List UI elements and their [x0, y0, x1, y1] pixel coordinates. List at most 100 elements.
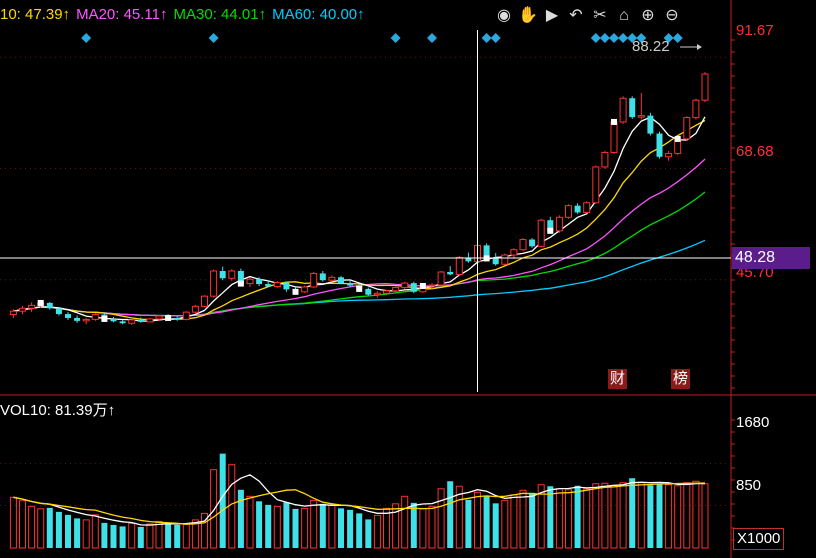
- current-price-tag: 48.28: [732, 247, 810, 269]
- volume-bar: [701, 483, 709, 549]
- candle-body: [665, 152, 673, 158]
- ma20-label: MA20: 45.11↑: [76, 6, 168, 23]
- volume-bar: [210, 469, 218, 549]
- signal-marker: [37, 299, 44, 306]
- signal-marker: [611, 118, 617, 125]
- lock-icon[interactable]: ⌂: [614, 6, 634, 26]
- volume-bar: [219, 453, 226, 548]
- event-diamond: [599, 33, 610, 43]
- signal-marker: [356, 285, 363, 292]
- candle-body: [82, 318, 90, 322]
- candle-body: [510, 249, 518, 256]
- volume-bar: [28, 505, 36, 549]
- volume-bar: [319, 503, 326, 548]
- volume-bar: [74, 518, 81, 548]
- volume-bar: [347, 509, 354, 548]
- ma-legend: 10: 47.39↑ MA20: 45.11↑ MA30: 44.01↑ MA60: …: [0, 6, 371, 23]
- candle-body: [447, 271, 454, 275]
- volume-bar: [519, 489, 527, 549]
- candle-body: [637, 115, 645, 118]
- volume-bar: [665, 484, 673, 549]
- candle-body: [328, 276, 336, 281]
- volume-bar: [265, 504, 272, 548]
- volume-bar: [91, 514, 99, 549]
- candle-body: [201, 295, 208, 307]
- candle-body: [555, 216, 563, 232]
- event-diamond: [481, 33, 492, 43]
- scissors-icon[interactable]: ✂: [590, 6, 610, 26]
- volume-bar: [165, 522, 172, 548]
- signal-marker: [101, 315, 108, 322]
- volume-bar: [637, 481, 645, 549]
- volume-bar: [437, 488, 445, 549]
- stock-chart[interactable]: [0, 0, 816, 558]
- volume-bar: [273, 505, 281, 549]
- ranking-badge[interactable]: 榜: [671, 369, 691, 389]
- candle-body: [692, 99, 700, 119]
- volume-bar: [647, 485, 654, 548]
- candle-body: [273, 282, 281, 287]
- candle-body: [228, 270, 236, 279]
- event-diamond: [672, 33, 683, 43]
- candle-body: [210, 270, 218, 297]
- candle-body: [301, 286, 309, 293]
- volume-bar: [373, 514, 381, 549]
- candle-body: [683, 117, 691, 140]
- signal-marker: [165, 314, 172, 321]
- candle-body: [110, 318, 117, 322]
- volume-bar: [283, 502, 290, 548]
- event-diamond: [81, 33, 92, 43]
- event-diamond: [618, 33, 629, 43]
- volume-bar: [583, 488, 591, 549]
- volume-bar: [474, 491, 481, 549]
- candle-body: [219, 271, 226, 279]
- volume-bar: [619, 482, 627, 549]
- play-icon[interactable]: ▶: [542, 6, 562, 26]
- volume-unit: X1000: [733, 528, 785, 550]
- candle-body: [428, 284, 436, 287]
- volume-bar: [310, 499, 318, 549]
- event-diamond: [590, 33, 601, 43]
- volume-bar: [501, 499, 509, 549]
- finance-badge[interactable]: 财: [608, 369, 628, 389]
- candle-body: [537, 219, 545, 247]
- volume-bar: [137, 526, 144, 548]
- volume-bar: [128, 522, 136, 549]
- volume-bar: [492, 503, 499, 548]
- volume-label-mid: 850: [736, 477, 762, 494]
- candle-body: [283, 282, 290, 290]
- volume-bar: [383, 507, 390, 549]
- candle-body: [174, 317, 181, 320]
- candle-body: [565, 205, 572, 218]
- volume-bar: [447, 481, 454, 548]
- candle-body: [656, 133, 663, 157]
- chart-toolbar: ◉ ✋ ▶ ↶ ✂ ⌂ ⊕ ⊖: [494, 6, 682, 26]
- candle-body: [74, 317, 81, 321]
- candle-body: [383, 290, 390, 294]
- volume-legend: VOL10: 81.39万↑: [0, 402, 116, 419]
- volume-bar: [338, 508, 344, 548]
- volume-bar: [174, 524, 181, 548]
- volume-bar: [419, 508, 427, 549]
- candle-body: [19, 307, 26, 312]
- candle-body: [574, 205, 581, 213]
- undo-icon[interactable]: ↶: [566, 6, 586, 26]
- volume-bar: [565, 489, 572, 549]
- volume-bar: [392, 503, 400, 549]
- zoom-in-icon[interactable]: ⊕: [638, 6, 658, 26]
- volume-bar: [592, 483, 600, 549]
- signal-marker: [547, 227, 554, 234]
- eye-icon[interactable]: ◉: [494, 6, 514, 26]
- candle-body: [492, 258, 499, 265]
- volume-bar: [37, 508, 45, 549]
- ma60-label: MA60: 40.00↑: [272, 6, 365, 23]
- hand-icon[interactable]: ✋: [518, 6, 538, 26]
- candle-body: [28, 304, 36, 309]
- candle-body: [310, 272, 318, 288]
- volume-bar: [65, 514, 71, 548]
- event-diamond: [208, 33, 219, 43]
- volume-bar: [610, 484, 618, 549]
- candle-body: [410, 283, 417, 292]
- candle-body: [701, 73, 709, 101]
- zoom-out-icon[interactable]: ⊖: [662, 6, 682, 26]
